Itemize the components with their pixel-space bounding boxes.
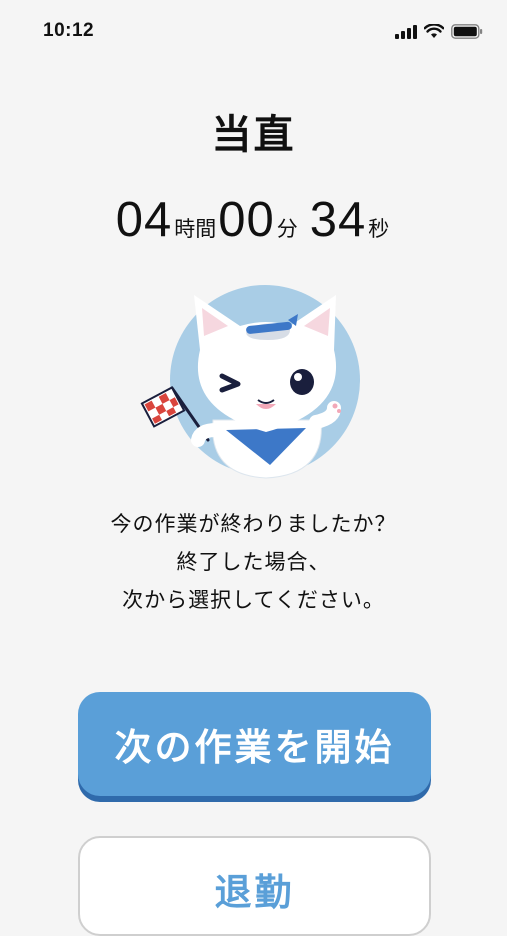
- message-line-2: 終了した場合、: [176, 550, 331, 574]
- timer-minutes: 00: [218, 193, 275, 247]
- timer-minutes-unit: 分: [276, 217, 298, 241]
- status-time: 10:12: [43, 20, 95, 41]
- status-icons: [395, 24, 483, 39]
- instruction-message: 今の作業が終わりましたか？ 終了した場合、 次から選択してください。: [0, 505, 507, 619]
- start-next-task-button[interactable]: 次の作業を開始: [78, 692, 431, 796]
- battery-icon: [451, 24, 483, 39]
- timer-seconds-unit: 秒: [368, 217, 390, 241]
- message-line-1: 今の作業が終わりましたか？: [110, 512, 397, 536]
- cellular-signal-icon: [395, 24, 417, 39]
- wifi-icon: [424, 24, 444, 38]
- timer-seconds: 34: [309, 193, 367, 247]
- cat-mascot-illustration: [140, 285, 360, 479]
- timer-hours: 04: [115, 193, 173, 247]
- elapsed-timer: 04 時間 00 分 34 秒: [0, 192, 507, 248]
- clock-out-button[interactable]: 退勤: [78, 836, 431, 936]
- timer-hours-unit: 時間: [174, 217, 217, 241]
- page-title: 当直: [211, 112, 296, 158]
- status-bar: 10:12: [0, 0, 507, 64]
- message-line-3: 次から選択してください。: [122, 588, 385, 612]
